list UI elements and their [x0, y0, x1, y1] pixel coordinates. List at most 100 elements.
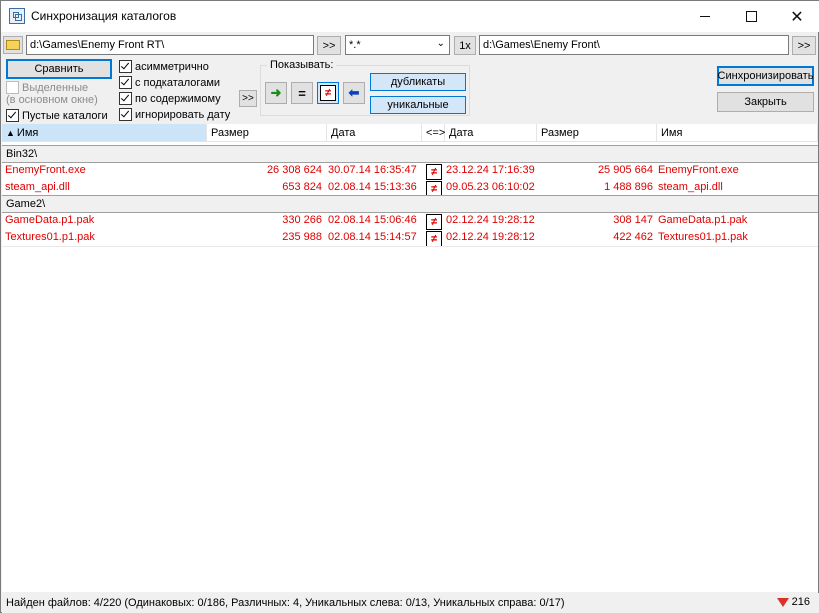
status-bar: Найден файлов: 4/220 (Одинаковых: 0/186,…: [2, 593, 819, 613]
left-name: EnemyFront.exe: [5, 164, 86, 176]
left-size: 653 824: [282, 181, 322, 193]
col-header-date-left[interactable]: Дата: [327, 124, 422, 142]
ignore-date-box: [119, 108, 132, 121]
group-header[interactable]: Bin32\: [2, 145, 818, 163]
left-name: Textures01.p1.pak: [5, 231, 95, 243]
by-content-label: по содержимому: [135, 92, 221, 105]
title-bar: Синхронизация каталогов ✕: [1, 1, 819, 32]
subdirs-box: [119, 76, 132, 89]
col-header-name-left-label: Имя: [16, 126, 39, 139]
subdirs-checkbox[interactable]: с подкаталогами: [119, 76, 220, 89]
minimize-button[interactable]: [682, 1, 728, 32]
window-title: Синхронизация каталогов: [31, 9, 177, 23]
subdirs-label: с подкаталогами: [135, 76, 221, 89]
maximize-button[interactable]: [728, 1, 774, 32]
arrow-left-icon: ⬅: [348, 85, 360, 100]
show-duplicates-toggle[interactable]: дубликаты: [370, 73, 466, 91]
selected-only-sublabel: (в основном окне): [6, 94, 98, 106]
status-count: 216: [776, 596, 810, 608]
compare-list[interactable]: ▲ Имя Размер Дата <=> Дата Размер Имя Bi…: [2, 124, 818, 592]
right-name: Textures01.p1.pak: [658, 231, 748, 243]
table-row[interactable]: Textures01.p1.pak 235 988 02.08.14 15:14…: [2, 230, 818, 247]
file-mask-value: *.*: [349, 39, 361, 51]
left-date: 02.08.14 15:13:36: [328, 181, 417, 193]
arrow-right-icon: ➜: [270, 85, 282, 100]
empty-dirs-label: Пустые каталоги: [22, 109, 108, 122]
show-copy-left-button[interactable]: ⬅: [343, 82, 365, 104]
left-name: steam_api.dll: [5, 181, 70, 193]
ignore-date-checkbox[interactable]: игнорировать дату: [119, 108, 230, 121]
asymmetric-checkbox[interactable]: асимметрично: [119, 60, 209, 73]
right-size: 1 488 896: [604, 181, 653, 193]
right-name: GameData.p1.pak: [658, 214, 748, 226]
selected-only-label: Выделенные: [22, 81, 89, 94]
folder-tree-button[interactable]: [3, 36, 23, 54]
compare-button[interactable]: Сравнить: [6, 59, 112, 79]
ignore-date-label: игнорировать дату: [135, 108, 231, 121]
left-path-input[interactable]: d:\Games\Enemy Front RT\: [26, 35, 314, 55]
empty-dirs-checkbox[interactable]: Пустые каталоги: [6, 109, 108, 122]
right-date: 09.05.23 06:10:02: [446, 181, 535, 193]
not-equal-icon: ≠: [426, 164, 442, 180]
right-name: steam_api.dll: [658, 181, 723, 193]
right-path-browse-button[interactable]: >>: [792, 36, 816, 55]
left-date: 30.07.14 16:35:47: [328, 164, 417, 176]
col-header-name-left[interactable]: ▲ Имя: [2, 124, 207, 142]
folder-icon: [6, 40, 20, 50]
synchronize-button[interactable]: Синхронизировать: [717, 66, 814, 86]
close-button[interactable]: Закрыть: [717, 92, 814, 112]
table-row[interactable]: EnemyFront.exe 26 308 624 30.07.14 16:35…: [2, 163, 818, 180]
sort-up-icon: ▲: [6, 127, 15, 138]
selected-only-checkbox[interactable]: Выделенные: [6, 81, 88, 94]
table-row[interactable]: GameData.p1.pak 330 266 02.08.14 15:06:4…: [2, 213, 818, 230]
right-date: 02.12.24 19:28:12: [446, 214, 535, 226]
file-mask-select[interactable]: *.* ⌄: [345, 35, 450, 55]
empty-dirs-box: [6, 109, 19, 122]
sync-dialog: Синхронизация каталогов ✕ d:\Games\Enemy…: [0, 0, 819, 613]
close-window-button[interactable]: ✕: [774, 1, 819, 32]
selected-only-box: [6, 81, 19, 94]
left-size: 26 308 624: [266, 164, 322, 176]
col-header-size-left[interactable]: Размер: [207, 124, 327, 142]
by-content-box: [119, 92, 132, 105]
show-copy-right-button[interactable]: ➜: [265, 82, 287, 104]
left-size: 235 988: [282, 231, 322, 243]
right-path-input[interactable]: d:\Games\Enemy Front\: [479, 35, 789, 55]
show-label: Показывать:: [267, 59, 337, 71]
sync-app-icon: [9, 8, 25, 24]
left-size: 330 266: [282, 214, 322, 226]
status-count-value: 216: [791, 596, 810, 608]
show-unique-toggle[interactable]: уникальные: [370, 96, 466, 114]
swap-sides-button[interactable]: 1x: [454, 36, 476, 55]
row-separator: [2, 246, 818, 247]
asymmetric-label: асимметрично: [135, 60, 209, 73]
right-size: 422 462: [613, 231, 653, 243]
left-date: 02.08.14 15:06:46: [328, 214, 417, 226]
by-content-checkbox[interactable]: по содержимому: [119, 92, 221, 105]
show-equal-button[interactable]: =: [291, 82, 313, 104]
equal-icon: =: [298, 85, 306, 101]
right-date: 23.12.24 17:16:39: [446, 164, 535, 176]
not-equal-icon: ≠: [426, 231, 442, 247]
col-header-name-right[interactable]: Имя: [657, 124, 818, 142]
minimize-icon: [700, 16, 710, 17]
maximize-icon: [745, 11, 757, 22]
right-size: 25 905 664: [597, 164, 653, 176]
diamond-icon: [776, 597, 789, 607]
left-name: GameData.p1.pak: [5, 214, 95, 226]
status-text: Найден файлов: 4/220 (Одинаковых: 0/186,…: [6, 597, 565, 609]
left-date: 02.08.14 15:14:57: [328, 231, 417, 243]
group-header[interactable]: Game2\: [2, 195, 818, 213]
right-name: EnemyFront.exe: [658, 164, 739, 176]
more-options-button[interactable]: >>: [239, 90, 257, 107]
right-date: 02.12.24 19:28:12: [446, 231, 535, 243]
left-path-browse-button[interactable]: >>: [317, 36, 341, 55]
asymmetric-box: [119, 60, 132, 73]
col-header-size-right[interactable]: Размер: [537, 124, 657, 142]
close-icon: ✕: [790, 8, 804, 26]
col-header-date-right[interactable]: Дата: [445, 124, 537, 142]
col-header-compare[interactable]: <=>: [422, 124, 445, 142]
right-size: 308 147: [613, 214, 653, 226]
not-equal-icon: ≠: [320, 85, 336, 101]
show-different-button[interactable]: ≠: [317, 82, 339, 104]
